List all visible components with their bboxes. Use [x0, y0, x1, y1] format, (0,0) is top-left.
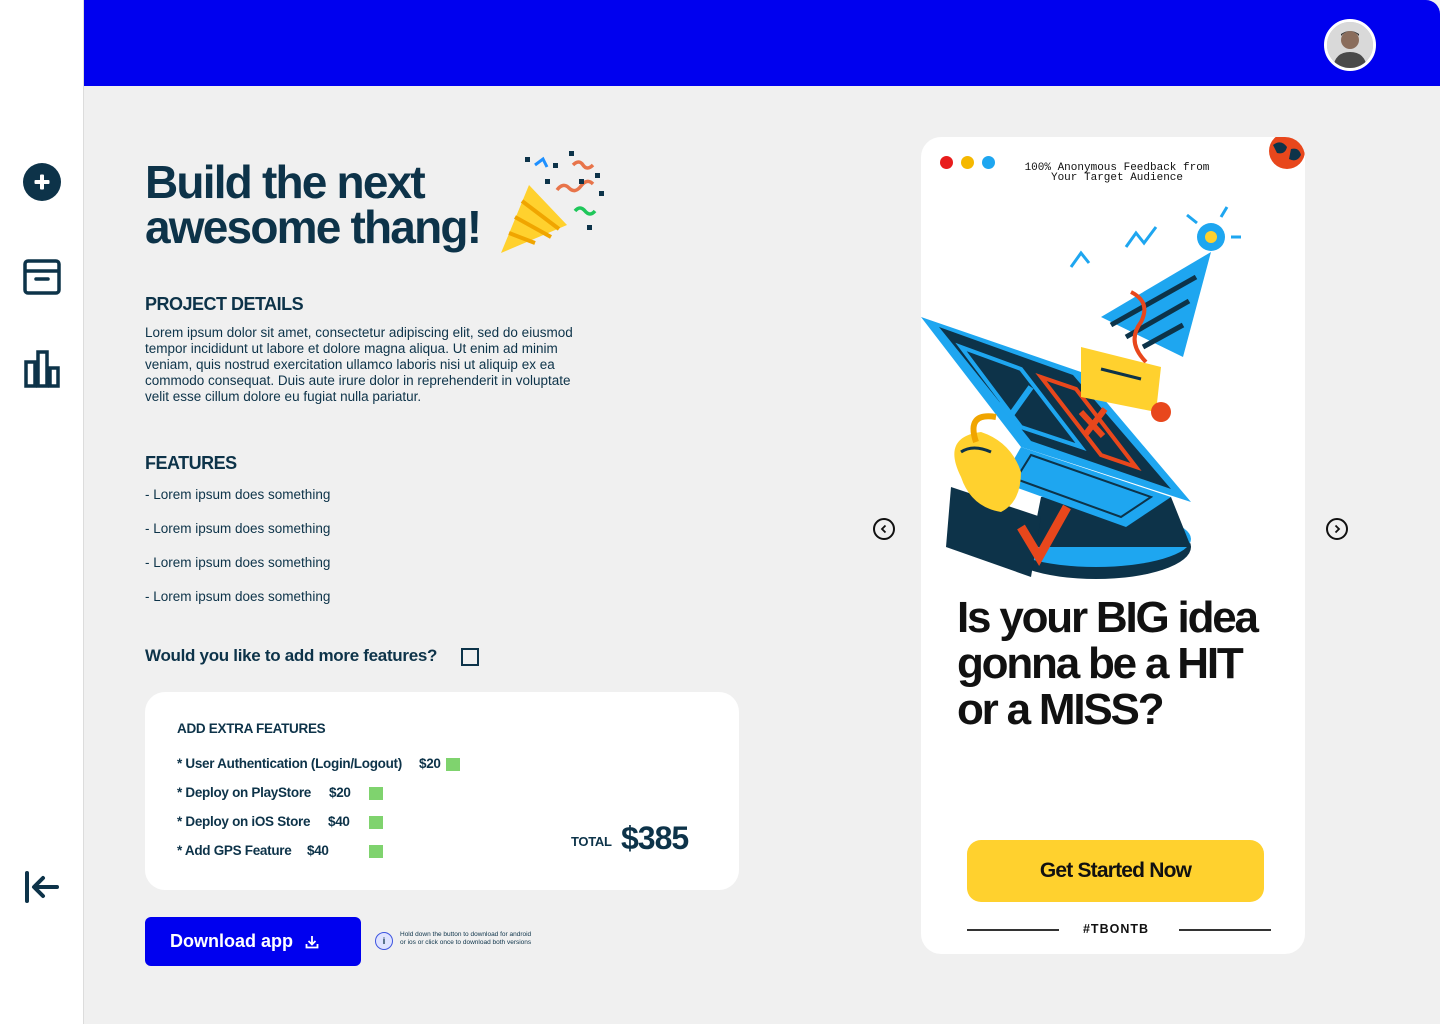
project-description: Lorem ipsum dolor sit amet, consectetur …: [145, 325, 573, 404]
extra-feature-price: $40: [328, 814, 350, 829]
total-value: $385: [621, 820, 689, 856]
avatar-icon: [1327, 22, 1373, 68]
feedback-illustration: [921, 206, 1241, 579]
window-dot-red: [940, 156, 953, 169]
total-label: TOTAL: [571, 834, 612, 849]
more-features-question: Would you like to add more features?: [145, 646, 438, 665]
project-details-heading: PROJECT DETAILS: [145, 294, 304, 314]
logout-button[interactable]: [21, 866, 63, 908]
extra-feature-label: * User Authentication (Login/Logout): [177, 756, 402, 771]
add-circle-icon: [23, 163, 61, 201]
features-heading: FEATURES: [145, 453, 237, 473]
user-avatar[interactable]: [1324, 19, 1376, 71]
globe-badge-icon: [1269, 137, 1305, 169]
feature-item: - Lorem ipsum does something: [145, 521, 331, 536]
more-features-checkbox[interactable]: [461, 648, 479, 666]
analytics-button[interactable]: [21, 348, 63, 390]
extra-feature-checkbox[interactable]: [369, 787, 383, 800]
download-app-label: Download app: [170, 931, 293, 951]
divider: [1179, 929, 1271, 931]
carousel-prev-button[interactable]: [873, 518, 895, 540]
archive-icon: [23, 259, 61, 295]
extra-feature-price: $20: [419, 756, 441, 771]
extra-feature-label: * Deploy on iOS Store: [177, 814, 311, 829]
get-started-button[interactable]: Get Started Now: [967, 840, 1264, 902]
extra-features-card: ADD EXTRA FEATURES * User Authentication…: [145, 692, 739, 890]
bar-chart-icon: [24, 350, 60, 388]
feature-item: - Lorem ipsum does something: [145, 555, 331, 570]
extra-feature-price: $40: [307, 843, 329, 858]
download-app-button[interactable]: Download app: [145, 917, 361, 966]
extra-feature-checkbox[interactable]: [369, 816, 383, 829]
page-title: Build the next awesome thang!: [145, 156, 482, 253]
carousel-next-button[interactable]: [1326, 518, 1348, 540]
promo-caption: 100% Anonymous Feedback from Your Target…: [1024, 162, 1210, 184]
window-dot-yellow: [961, 156, 974, 169]
sidebar: [0, 0, 84, 1024]
extra-feature-checkbox[interactable]: [369, 845, 383, 858]
extra-feature-checkbox[interactable]: [446, 758, 460, 771]
extra-feature-price: $20: [329, 785, 351, 800]
archive-button[interactable]: [21, 256, 63, 298]
window-dot-blue: [982, 156, 995, 169]
download-hint: Hold down the button to download for and…: [400, 931, 532, 946]
hashtag: #TBONTB: [1082, 922, 1150, 936]
logout-icon: [25, 871, 59, 903]
feature-item: - Lorem ipsum does something: [145, 589, 331, 604]
promo-headline: Is your BIG idea gonna be a HIT or a MIS…: [957, 593, 1259, 734]
promo-card: 100% Anonymous Feedback from Your Target…: [921, 137, 1305, 954]
top-bar: [84, 0, 1440, 86]
party-popper-icon: [495, 145, 610, 260]
get-started-label: Get Started Now: [1039, 859, 1192, 882]
info-icon[interactable]: i: [375, 932, 393, 950]
add-project-button[interactable]: [21, 161, 63, 203]
feature-item: - Lorem ipsum does something: [145, 487, 331, 502]
extra-features-heading: ADD EXTRA FEATURES: [177, 721, 326, 736]
download-icon: [305, 935, 319, 948]
divider: [967, 929, 1059, 931]
chevron-left-icon: [880, 524, 887, 534]
chevron-right-icon: [1334, 524, 1341, 534]
extra-feature-label: * Deploy on PlayStore: [177, 785, 311, 800]
extra-feature-label: * Add GPS Feature: [177, 843, 292, 858]
